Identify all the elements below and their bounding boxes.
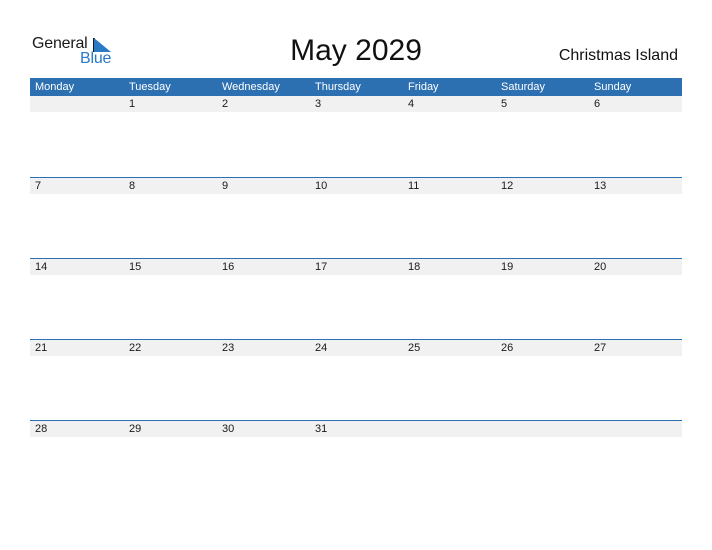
day-cell: 22 xyxy=(129,342,142,354)
day-cell: 16 xyxy=(222,261,235,273)
weekday-thursday: Thursday xyxy=(315,81,361,93)
day-cell xyxy=(589,421,682,437)
day-cell: 31 xyxy=(315,423,328,435)
day-cell: 23 xyxy=(222,342,235,354)
weekday-tuesday: Tuesday xyxy=(129,81,171,93)
day-cell: 24 xyxy=(315,342,328,354)
weekday-sunday: Sunday xyxy=(594,81,632,93)
country-label: Christmas Island xyxy=(558,47,678,64)
day-cell: 21 xyxy=(35,342,48,354)
weekday-wednesday: Wednesday xyxy=(222,81,280,93)
day-cell: 26 xyxy=(501,342,514,354)
day-cell: 14 xyxy=(35,261,48,273)
day-cell: 4 xyxy=(408,98,415,110)
weekday-monday: Monday xyxy=(35,81,75,93)
weekday-friday: Friday xyxy=(408,81,439,93)
day-cell: 13 xyxy=(594,180,607,192)
day-cell: 8 xyxy=(129,180,136,192)
calendar-grid: Monday Tuesday Wednesday Thursday Friday… xyxy=(30,78,682,501)
day-cell: 17 xyxy=(315,261,328,273)
day-cell: 11 xyxy=(408,180,420,192)
week-row-2: 7 8 9 10 11 12 13 xyxy=(30,177,682,258)
day-cell: 20 xyxy=(594,261,607,273)
weekday-saturday: Saturday xyxy=(501,81,546,93)
week-row-1: 1 2 3 4 5 6 xyxy=(30,96,682,177)
week-row-3: 14 15 16 17 18 19 20 xyxy=(30,258,682,339)
day-cell: 6 xyxy=(594,98,601,110)
day-cell xyxy=(30,96,124,112)
weekday-header: Monday Tuesday Wednesday Thursday Friday… xyxy=(30,78,682,96)
day-cell: 10 xyxy=(315,180,328,192)
day-cell: 30 xyxy=(222,423,235,435)
day-cell: 9 xyxy=(222,180,229,192)
week-row-5: 28 29 30 31 xyxy=(30,420,682,501)
day-cell: 18 xyxy=(408,261,421,273)
day-cell xyxy=(496,421,589,437)
day-cell: 7 xyxy=(35,180,42,192)
week-row-4: 21 22 23 24 25 26 27 xyxy=(30,339,682,420)
day-cell xyxy=(403,421,496,437)
day-cell: 19 xyxy=(501,261,514,273)
day-cell: 2 xyxy=(222,98,229,110)
day-cell: 15 xyxy=(129,261,142,273)
day-cell: 27 xyxy=(594,342,607,354)
day-cell: 25 xyxy=(408,342,421,354)
day-cell: 3 xyxy=(315,98,322,110)
day-cell: 28 xyxy=(35,423,48,435)
day-cell: 1 xyxy=(129,98,136,110)
day-cell: 5 xyxy=(501,98,508,110)
day-cell: 29 xyxy=(129,423,142,435)
day-cell: 12 xyxy=(501,180,514,192)
